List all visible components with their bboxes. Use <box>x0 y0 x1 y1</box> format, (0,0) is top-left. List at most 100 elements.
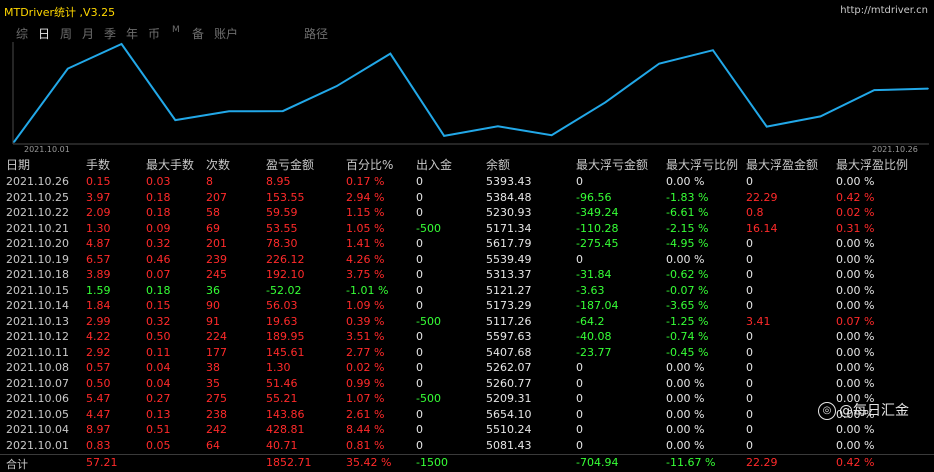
nav-tab-1[interactable]: 日 <box>38 25 50 42</box>
table-cell: -0.62 % <box>666 268 709 281</box>
table-cell: 143.86 <box>266 407 305 421</box>
table-cell: 0.00 % <box>836 237 875 250</box>
website-link[interactable]: http://mtdriver.cn <box>840 5 928 16</box>
table-cell: -1.01 % <box>346 283 389 297</box>
table-cell: 0.00 % <box>666 376 705 390</box>
table-cell: -6.61 % <box>666 206 709 219</box>
nav-tab-6[interactable]: 币 <box>148 25 160 42</box>
table-cell: 0 <box>416 283 423 297</box>
table-row[interactable]: 2021.10.26 0.15 0.03 8 8.95 0.17 % 0 5393.43 0 0.… <box>0 174 934 190</box>
nav-tab-0[interactable]: 综 <box>16 25 28 42</box>
table-cell: 242 <box>206 423 227 436</box>
table-cell: -500 <box>416 314 441 328</box>
balance-point-2021.10.21 <box>765 125 768 128</box>
table-cell: -1.83 % <box>666 190 709 204</box>
table-cell: 0 <box>576 376 583 390</box>
table-cell: 0.81 % <box>346 438 385 452</box>
table-row[interactable]: 2021.10.12 4.22 0.50 224 189.95 3.51 % 0 5597.6… <box>0 329 934 345</box>
table-cell: 0.46 <box>146 252 171 266</box>
table-cell: 2021.10.21 <box>6 221 69 235</box>
table-cell: 0.17 % <box>346 175 385 188</box>
table-cell: 4.47 <box>86 407 111 421</box>
table-cell: 8.44 % <box>346 423 385 436</box>
table-cell: 0.00 % <box>836 361 875 374</box>
table-cell: 207 <box>206 190 227 204</box>
table-cell: 2021.10.05 <box>6 407 69 421</box>
table-row[interactable]: 2021.10.21 1.30 0.09 69 53.55 1.05 % -500 5171.… <box>0 221 934 237</box>
balance-point-2021.10.11 <box>335 85 338 87</box>
table-cell: 0 <box>746 175 753 188</box>
table-row[interactable]: 2021.10.06 5.47 0.27 275 55.21 1.07 % -500 5209… <box>0 391 934 407</box>
table-row[interactable]: 2021.10.05 4.47 0.13 238 143.86 2.61 % 0 5654.1… <box>0 407 934 423</box>
table-cell: 5262.07 <box>486 361 532 374</box>
table-cell: 0 <box>416 407 423 421</box>
table-cell: 0 <box>746 361 753 374</box>
column-header[interactable]: 出入金 <box>416 156 452 173</box>
column-header[interactable]: 日期 <box>6 156 30 173</box>
table-cell: 4.26 % <box>346 252 385 266</box>
nav-tab-2[interactable]: 周 <box>60 25 72 42</box>
column-header[interactable]: 最大浮亏金额 <box>576 156 648 173</box>
column-header[interactable]: 手数 <box>86 156 110 173</box>
table-cell: 2021.10.20 <box>6 237 69 250</box>
table-cell: 0.32 <box>146 237 171 250</box>
nav-tab-4[interactable]: 季 <box>104 25 116 42</box>
table-cell: 36 <box>206 283 220 297</box>
table-cell: 0 <box>746 330 753 343</box>
table-cell: 0.15 <box>86 175 111 188</box>
table-row[interactable]: 2021.10.07 0.50 0.04 35 51.46 0.99 % 0 5260.77 0… <box>0 376 934 392</box>
column-header[interactable]: 最大浮盈比例 <box>836 156 908 173</box>
column-header[interactable]: 最大浮亏比例 <box>666 156 738 173</box>
table-cell: 0.02 % <box>836 206 875 219</box>
table-row[interactable]: 2021.10.14 1.84 0.15 90 56.03 1.09 % 0 5173.29 -… <box>0 298 934 314</box>
table-cell: 0 <box>746 299 753 312</box>
nav-tab-8[interactable]: 备 <box>192 25 204 42</box>
table-cell: 0 <box>416 438 423 452</box>
nav-tab-7[interactable]: M <box>172 25 180 35</box>
table-row[interactable]: 2021.10.19 6.57 0.46 239 226.12 4.26 % 0 5539.4… <box>0 252 934 268</box>
nav-tab-3[interactable]: 月 <box>82 25 94 42</box>
table-cell: 0.13 <box>146 407 171 421</box>
table-cell: 0 <box>576 392 583 405</box>
nav-tab-10[interactable]: 路径 <box>304 25 328 42</box>
table-row[interactable]: 2021.10.15 1.59 0.18 36 -52.02 -1.01 % 0 5121.2… <box>0 283 934 299</box>
table-cell: 8.97 <box>86 423 111 436</box>
table-cell: 2.77 % <box>346 345 385 359</box>
table-cell: 5539.49 <box>486 252 532 266</box>
table-cell: 0 <box>576 423 583 436</box>
table-cell: 0 <box>416 376 423 390</box>
table-cell: 0.42 % <box>836 190 875 204</box>
table-row[interactable]: 2021.10.20 4.87 0.32 201 78.30 1.41 % 0 5617.79… <box>0 236 934 252</box>
balance-point-2021.10.25 <box>873 89 876 91</box>
table-cell: 192.10 <box>266 268 305 281</box>
column-header[interactable]: 最大浮盈金额 <box>746 156 818 173</box>
table-row[interactable]: 2021.10.11 2.92 0.11 177 145.61 2.77 % 0 5407.6… <box>0 345 934 361</box>
balance-point-2021.10.13 <box>443 135 445 137</box>
balance-line-chart <box>12 42 929 145</box>
table-cell: 0 <box>416 361 423 374</box>
column-header[interactable]: 百分比% <box>346 156 393 173</box>
table-row[interactable]: 2021.10.22 2.09 0.18 58 59.59 1.15 % 0 5230.93 -… <box>0 205 934 221</box>
nav-tab-5[interactable]: 年 <box>126 25 138 42</box>
balance-point-2021.10.07 <box>228 110 230 113</box>
table-row[interactable]: 2021.10.25 3.97 0.18 207 153.55 2.94 % 0 5384.4… <box>0 190 934 206</box>
column-header[interactable]: 次数 <box>206 156 230 173</box>
table-row[interactable]: 2021.10.13 2.99 0.32 91 19.63 0.39 % -500 5117.… <box>0 314 934 330</box>
table-cell: 0 <box>416 175 423 188</box>
column-header[interactable]: 余额 <box>486 156 510 173</box>
column-header[interactable]: 最大手数 <box>146 156 194 173</box>
table-row[interactable]: 2021.10.18 3.89 0.07 245 192.10 3.75 % 0 5313.3… <box>0 267 934 283</box>
table-cell: 2021.10.19 <box>6 252 69 266</box>
table-cell: 5617.79 <box>486 237 532 250</box>
table-cell: -500 <box>416 392 441 405</box>
table-row[interactable]: 2021.10.01 0.83 0.05 64 40.71 0.81 % 0 5081.43 0… <box>0 438 934 454</box>
table-row[interactable]: 2021.10.08 0.57 0.04 38 1.30 0.02 % 0 5262.07 0 0… <box>0 360 934 376</box>
app-title: MTDriver统计 ,V3.25 <box>4 6 116 19</box>
table-cell: 35 <box>206 376 220 390</box>
table-cell: 2021.10.04 <box>6 423 69 436</box>
nav-tab-9[interactable]: 账户 <box>214 25 238 42</box>
column-header[interactable]: 盈亏金额 <box>266 156 314 173</box>
table-cell: 56.03 <box>266 299 298 312</box>
table-row[interactable]: 2021.10.04 8.97 0.51 242 428.81 8.44 % 0 5510.2… <box>0 422 934 438</box>
table-cell: 0.03 <box>146 175 171 188</box>
